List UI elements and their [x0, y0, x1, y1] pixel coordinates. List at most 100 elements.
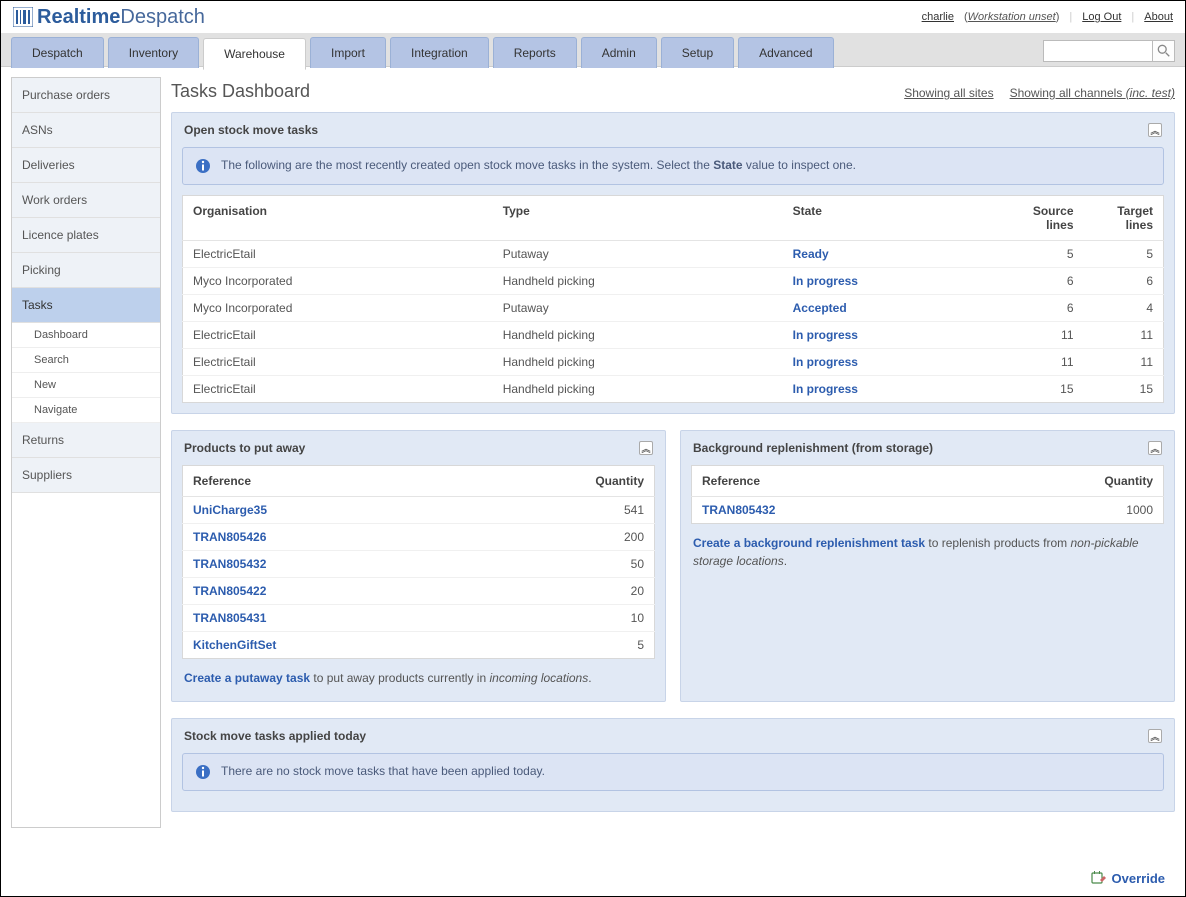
reference-link[interactable]: KitchenGiftSet — [193, 638, 276, 652]
tab-integration[interactable]: Integration — [390, 37, 489, 68]
separator: | — [1131, 11, 1134, 23]
sidebar-item-licence-plates[interactable]: Licence plates — [12, 218, 160, 253]
search-input[interactable] — [1043, 40, 1153, 62]
cell-tgt: 15 — [1084, 376, 1164, 403]
reference-link[interactable]: UniCharge35 — [193, 503, 267, 517]
collapse-icon[interactable]: ︽ — [639, 441, 653, 455]
cell-org: ElectricEtail — [183, 376, 493, 403]
state-link[interactable]: In progress — [793, 274, 858, 288]
sidebar-item-picking[interactable]: Picking — [12, 253, 160, 288]
tabbar: DespatchInventoryWarehouseImportIntegrat… — [1, 33, 1185, 67]
main-content: Tasks Dashboard Showing all sites Showin… — [171, 77, 1175, 828]
cell-qty: 200 — [466, 524, 655, 551]
barcode-icon — [13, 7, 33, 27]
cell-ref: TRAN805431 — [183, 605, 466, 632]
collapse-icon[interactable]: ︽ — [1148, 729, 1162, 743]
panel-background-replenishment: Background replenishment (from storage) … — [680, 430, 1175, 702]
override-button[interactable]: Override — [1090, 869, 1165, 888]
collapse-icon[interactable]: ︽ — [1148, 123, 1162, 137]
cell-qty: 50 — [466, 551, 655, 578]
sidebar-sub-search[interactable]: Search — [12, 348, 160, 373]
sidebar-sub-dashboard[interactable]: Dashboard — [12, 323, 160, 348]
cell-ref: TRAN805432 — [692, 497, 964, 524]
cell-tgt: 6 — [1084, 268, 1164, 295]
cell-src: 11 — [1004, 322, 1084, 349]
reference-link[interactable]: TRAN805426 — [193, 530, 266, 544]
tab-warehouse[interactable]: Warehouse — [203, 38, 306, 70]
cell-tgt: 11 — [1084, 349, 1164, 376]
tab-admin[interactable]: Admin — [581, 37, 657, 68]
reference-link[interactable]: TRAN805432 — [702, 503, 775, 517]
table-row: TRAN805426 200 — [183, 524, 655, 551]
state-link[interactable]: Ready — [793, 247, 829, 261]
tab-inventory[interactable]: Inventory — [108, 37, 199, 68]
reference-link[interactable]: TRAN805432 — [193, 557, 266, 571]
sidebar: Purchase ordersASNsDeliveriesWork orders… — [11, 77, 161, 828]
cell-tgt: 4 — [1084, 295, 1164, 322]
col-reference: Reference — [692, 466, 964, 497]
cell-tgt: 11 — [1084, 322, 1164, 349]
cell-ref: TRAN805422 — [183, 578, 466, 605]
filter-channels-link[interactable]: Showing all channels (inc. test) — [1010, 86, 1175, 100]
sidebar-item-deliveries[interactable]: Deliveries — [12, 148, 160, 183]
tab-despatch[interactable]: Despatch — [11, 37, 104, 68]
cell-type: Putaway — [493, 295, 783, 322]
tab-import[interactable]: Import — [310, 37, 386, 68]
filter-sites-link[interactable]: Showing all sites — [904, 86, 993, 100]
replen-table: Reference Quantity TRAN805432 1000 — [691, 465, 1164, 524]
info-text: There are no stock move tasks that have … — [221, 764, 545, 778]
user-link[interactable]: charlie — [922, 11, 954, 23]
cell-qty: 1000 — [963, 497, 1163, 524]
cell-src: 6 — [1004, 268, 1084, 295]
col-state: State — [783, 196, 1004, 241]
reference-link[interactable]: TRAN805422 — [193, 584, 266, 598]
sidebar-item-suppliers[interactable]: Suppliers — [12, 458, 160, 493]
table-row: TRAN805432 50 — [183, 551, 655, 578]
logo-text: RealtimeDespatch — [37, 6, 205, 29]
logo[interactable]: RealtimeDespatch — [13, 6, 205, 29]
table-row: ElectricEtailHandheld picking In progress… — [183, 376, 1164, 403]
cell-ref: TRAN805432 — [183, 551, 466, 578]
cell-state: In progress — [783, 349, 1004, 376]
cell-state: In progress — [783, 376, 1004, 403]
info-icon — [195, 764, 211, 780]
col-reference: Reference — [183, 466, 466, 497]
info-text: The following are the most recently crea… — [221, 158, 856, 172]
info-box: There are no stock move tasks that have … — [182, 753, 1164, 791]
sidebar-item-returns[interactable]: Returns — [12, 423, 160, 458]
collapse-icon[interactable]: ︽ — [1148, 441, 1162, 455]
sidebar-item-tasks[interactable]: Tasks — [12, 288, 160, 323]
state-link[interactable]: In progress — [793, 328, 858, 342]
create-replenishment-task-link[interactable]: Create a background replenishment task — [693, 536, 925, 550]
cell-type: Handheld picking — [493, 322, 783, 349]
create-putaway-task-link[interactable]: Create a putaway task — [184, 671, 310, 685]
state-link[interactable]: Accepted — [793, 301, 847, 315]
cell-state: Ready — [783, 241, 1004, 268]
cell-state: In progress — [783, 322, 1004, 349]
reference-link[interactable]: TRAN805431 — [193, 611, 266, 625]
panel-products-put-away: Products to put away ︽ Reference Quantit… — [171, 430, 666, 702]
sidebar-sub-navigate[interactable]: Navigate — [12, 398, 160, 423]
cell-type: Handheld picking — [493, 376, 783, 403]
tab-setup[interactable]: Setup — [661, 37, 734, 68]
logout-link[interactable]: Log Out — [1082, 11, 1121, 23]
col-quantity: Quantity — [963, 466, 1163, 497]
panel-title: Background replenishment (from storage) — [693, 441, 933, 455]
state-link[interactable]: In progress — [793, 382, 858, 396]
col-target-lines: Target lines — [1084, 196, 1164, 241]
cell-ref: TRAN805426 — [183, 524, 466, 551]
override-label: Override — [1112, 871, 1165, 886]
tab-reports[interactable]: Reports — [493, 37, 577, 68]
cell-ref: KitchenGiftSet — [183, 632, 466, 659]
sidebar-item-asns[interactable]: ASNs — [12, 113, 160, 148]
search-icon[interactable] — [1153, 40, 1175, 62]
sidebar-item-work-orders[interactable]: Work orders — [12, 183, 160, 218]
cell-type: Handheld picking — [493, 268, 783, 295]
sidebar-item-purchase-orders[interactable]: Purchase orders — [12, 78, 160, 113]
sidebar-sub-new[interactable]: New — [12, 373, 160, 398]
state-link[interactable]: In progress — [793, 355, 858, 369]
panel-open-stock-move-tasks: Open stock move tasks ︽ The following ar… — [171, 112, 1175, 414]
info-icon — [195, 158, 211, 174]
about-link[interactable]: About — [1144, 11, 1173, 23]
tab-advanced[interactable]: Advanced — [738, 37, 833, 68]
